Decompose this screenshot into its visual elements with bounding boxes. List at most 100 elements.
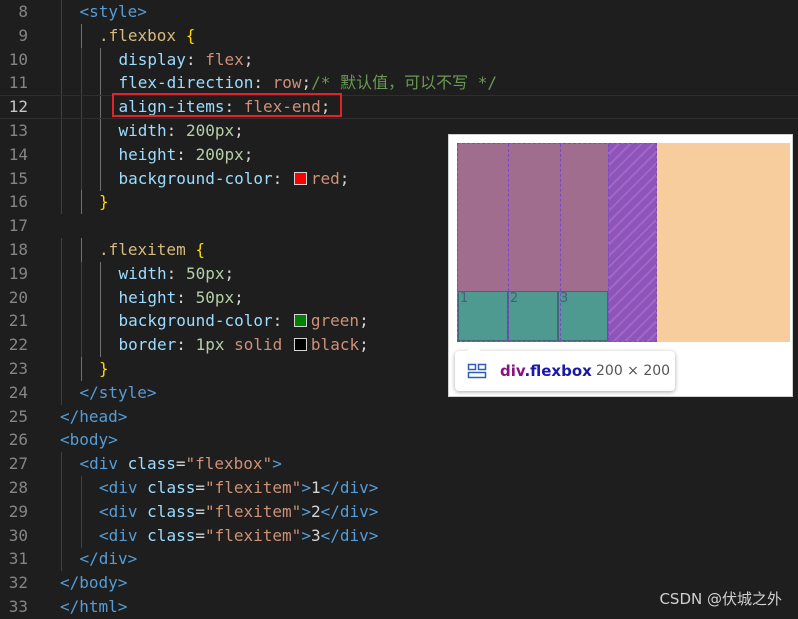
indent-guide [80,476,82,500]
code-text: width: 200px; [119,119,244,143]
flex-column-line [508,144,510,341]
watermark: CSDN @伏城之外 [659,590,782,608]
code-token: class [147,501,196,521]
indent-guide [61,285,62,310]
code-token: { [195,240,205,259]
tooltip-class: .flexbox [524,362,592,380]
code-token: "flexitem" [204,501,302,521]
code-text: </html> [60,595,127,619]
code-line[interactable]: 26 <body> [0,428,798,452]
indent-guide [100,71,101,96]
indent-guide [100,285,101,310]
indent-guide [100,333,101,358]
indent-guide [80,499,82,524]
code-token: 200px [185,121,235,140]
code-text: height: 50px; [119,286,244,310]
indent-guide [61,190,62,215]
code-token: = [195,478,205,497]
code-token: </div> [79,549,138,569]
code-token: .flexitem [99,240,196,259]
code-token: class [147,525,196,545]
indent-guide [61,547,62,572]
code-line[interactable]: 25 </head> [0,405,798,429]
code-token: solid [234,335,283,355]
indent-guide [61,357,62,381]
code-token: height [118,287,177,307]
code-text: height: 200px; [119,143,254,167]
code-line[interactable]: 30 <div class="flexitem">3</div> [0,523,798,548]
code-text: <div class="flexbox"> [80,452,282,476]
code-token: } [99,359,109,378]
flex-layout-icon [467,363,487,379]
code-text: } [99,190,109,214]
code-token: ; [301,73,312,93]
color-swatch-icon[interactable] [293,314,307,328]
flex-item: 2 [508,291,558,341]
color-swatch-icon[interactable] [293,338,307,352]
indent-guide [80,23,82,48]
code-token: <div [99,501,148,521]
code-line[interactable]: 9 .flexbox { [0,23,798,48]
code-token: > [301,501,311,521]
line-number: 18 [8,240,28,259]
indent-guide [61,452,62,477]
code-line[interactable]: 11 flex-direction: row;/* 默认值，可以不写 */ [0,71,798,96]
indent-guide [61,261,62,286]
code-token: <body> [60,430,118,450]
tooltip-arrow [467,344,481,351]
code-line[interactable]: 31 </div> [0,547,798,572]
code-token: class [127,454,176,474]
code-token: = [195,525,205,545]
code-line[interactable]: 27 <div class="flexbox"> [0,452,798,477]
code-token: ; [224,263,235,283]
line-number: 26 [8,430,28,450]
line-number: 19 [8,263,28,283]
code-text: flex-direction: row;/* 默认值，可以不写 */ [119,71,497,95]
line-number: 12 [8,97,28,117]
flex-free-space [608,144,656,341]
code-token: "flexitem" [204,478,302,497]
code-token: : [253,73,273,93]
code-token: ; [234,287,244,307]
line-number: 33 [8,597,28,616]
line-number: 15 [8,168,28,188]
indent-guide [61,47,62,72]
code-token: 1 [310,478,321,497]
color-swatch-icon[interactable] [293,171,307,185]
line-number: 14 [8,144,28,164]
code-token: width [118,121,167,140]
indent-guide [80,142,82,167]
line-number: 10 [8,49,28,69]
indent-guide [100,47,101,72]
code-line[interactable]: 29 <div class="flexitem">2</div> [0,499,798,524]
code-token: 3 [310,525,321,545]
code-text: </style> [80,381,157,405]
code-line[interactable]: 8 <style> [0,0,798,24]
indent-guide [100,142,101,167]
code-token: ; [243,49,254,69]
code-token: 50px [195,287,235,307]
tooltip-element-name: div.flexbox [500,362,592,380]
code-token: </div> [320,478,379,497]
indent-guide [80,71,82,96]
code-text: background-color: red; [119,167,350,191]
code-text: <div class="flexitem">1</div> [99,476,378,500]
indent-guide [80,190,82,215]
indent-guide [80,261,82,286]
code-token: background-color [118,168,273,188]
indent-guide [80,523,82,548]
indent-guide [80,47,82,72]
line-number: 23 [8,359,28,378]
code-line[interactable]: 28 <div class="flexitem">1</div> [0,476,798,500]
code-token: <div [99,478,148,497]
indent-guide [80,333,82,358]
flexbox-container[interactable]: 1 2 3 [457,143,657,342]
indent-guide [100,261,101,286]
code-token: "flexitem" [204,525,302,545]
code-token: 200px [195,144,244,164]
indent-guide [100,309,101,334]
tooltip-tag: div [500,362,525,380]
code-line[interactable]: 10 display: flex; [0,47,798,72]
code-text: <div class="flexitem">3</div> [99,524,378,548]
